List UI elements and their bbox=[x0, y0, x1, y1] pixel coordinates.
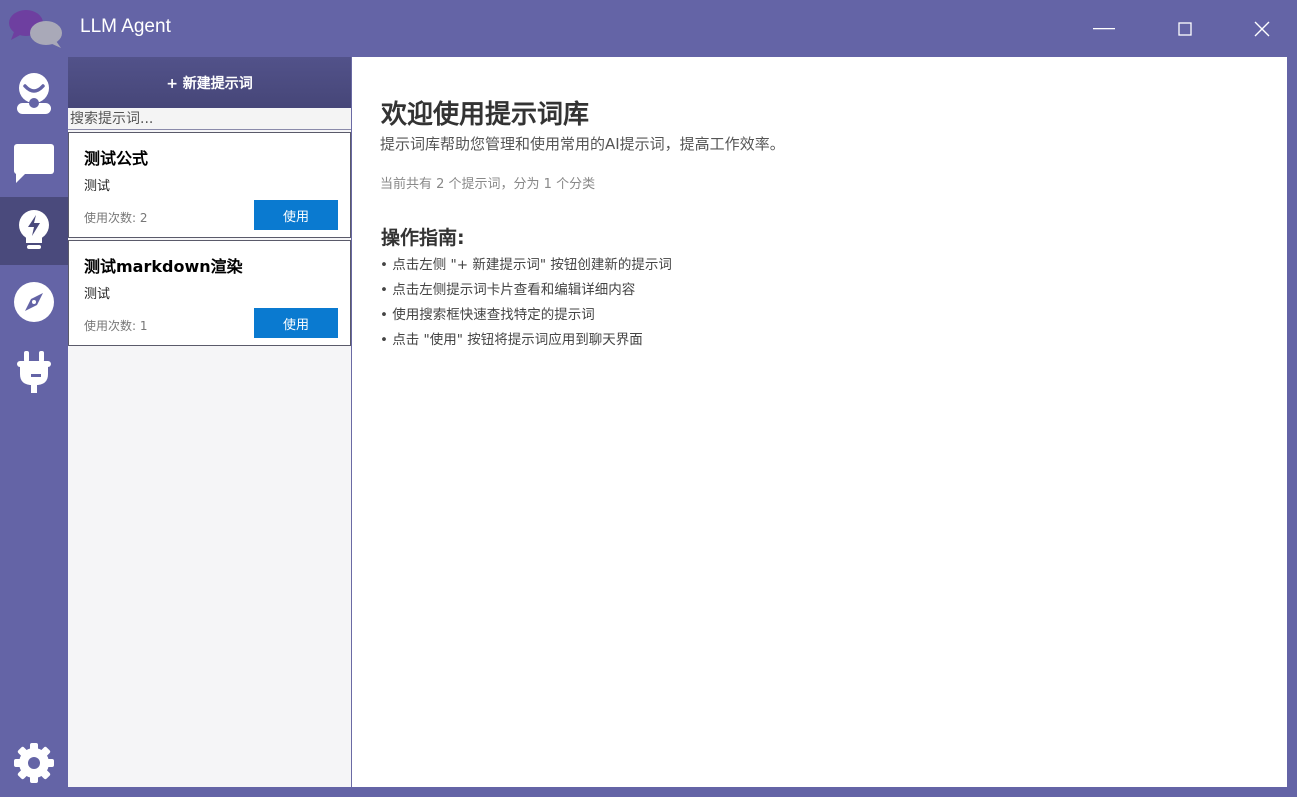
nav-settings[interactable] bbox=[0, 729, 68, 797]
prompt-card-usage: 使用次数: 1 bbox=[84, 319, 148, 333]
nav-assistant[interactable] bbox=[0, 59, 68, 127]
guide-item: • 点击左侧 "+ 新建提示词" 按钮创建新的提示词 bbox=[380, 257, 672, 273]
close-button[interactable] bbox=[1239, 0, 1285, 57]
page-subtitle: 提示词库帮助您管理和使用常用的AI提示词，提高工作效率。 bbox=[380, 135, 785, 153]
guide-item: • 使用搜索框快速查找特定的提示词 bbox=[380, 307, 595, 323]
nav-chat[interactable] bbox=[0, 129, 68, 197]
new-prompt-button[interactable]: + 新建提示词 bbox=[68, 57, 351, 108]
settings-icon bbox=[14, 743, 54, 783]
prompt-card[interactable]: 测试markdown渲染 测试 使用次数: 1 使用 bbox=[68, 240, 351, 346]
guide-item: • 点击左侧提示词卡片查看和编辑详细内容 bbox=[380, 282, 636, 298]
use-prompt-button[interactable]: 使用 bbox=[254, 200, 338, 230]
main-content: 欢迎使用提示词库 提示词库帮助您管理和使用常用的AI提示词，提高工作效率。 当前… bbox=[352, 57, 1287, 787]
maximize-button[interactable] bbox=[1162, 0, 1208, 57]
app-logo-icon bbox=[9, 10, 62, 48]
app-title: LLM Agent bbox=[80, 16, 171, 37]
maximize-icon bbox=[1178, 21, 1192, 36]
title-bar: LLM Agent bbox=[0, 0, 1297, 57]
search-input[interactable] bbox=[68, 109, 351, 130]
prompt-card-title: 测试markdown渲染 bbox=[84, 257, 243, 276]
compass-icon bbox=[14, 282, 54, 322]
close-icon bbox=[1254, 21, 1270, 36]
nav-prompt-library[interactable] bbox=[0, 197, 68, 265]
prompt-card-description: 测试 bbox=[84, 287, 111, 302]
plugin-icon bbox=[17, 351, 51, 393]
nav-plugins[interactable] bbox=[0, 338, 68, 406]
minimize-button[interactable] bbox=[1081, 0, 1127, 57]
use-prompt-button[interactable]: 使用 bbox=[254, 308, 338, 338]
prompt-card[interactable]: 测试公式 测试 使用次数: 2 使用 bbox=[68, 132, 351, 238]
guide-title: 操作指南: bbox=[381, 227, 465, 249]
prompt-card-title: 测试公式 bbox=[84, 149, 149, 168]
minimize-icon bbox=[1093, 27, 1115, 29]
prompt-sidebar: + 新建提示词 测试公式 测试 使用次数: 2 使用 测试markdown渲染 … bbox=[68, 57, 352, 787]
nav-icon-bar bbox=[0, 57, 68, 797]
prompt-stats: 当前共有 2 个提示词，分为 1 个分类 bbox=[380, 177, 596, 192]
chat-icon bbox=[14, 144, 54, 183]
assistant-icon bbox=[17, 73, 51, 114]
prompt-card-description: 测试 bbox=[84, 179, 111, 194]
nav-explore[interactable] bbox=[0, 268, 68, 336]
prompt-card-usage: 使用次数: 2 bbox=[84, 211, 148, 225]
page-title: 欢迎使用提示词库 bbox=[381, 100, 590, 130]
guide-item: • 点击 "使用" 按钮将提示词应用到聊天界面 bbox=[380, 332, 643, 348]
prompt-library-icon bbox=[19, 210, 49, 249]
